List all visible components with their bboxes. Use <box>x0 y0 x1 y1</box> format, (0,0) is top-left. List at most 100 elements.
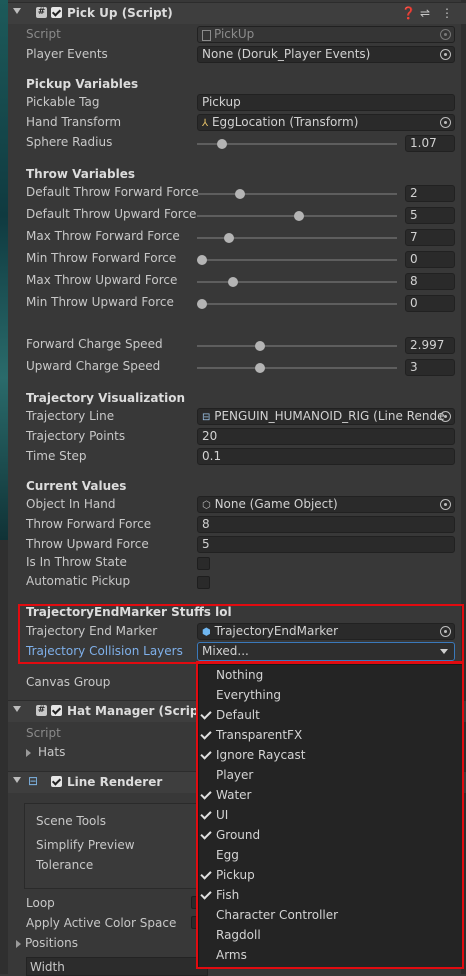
min-throw-upward-input[interactable]: 0 <box>405 295 455 312</box>
pickable-tag-label: Pickable Tag <box>26 95 100 109</box>
pickable-tag-input[interactable]: Pickup <box>197 94 455 111</box>
forward-charge-slider[interactable] <box>197 341 397 351</box>
object-picker-icon[interactable] <box>440 626 451 637</box>
slider-knob[interactable] <box>235 189 245 199</box>
enabled-checkbox[interactable] <box>51 776 62 787</box>
slider-knob[interactable] <box>197 255 207 265</box>
script-file-icon <box>202 30 211 41</box>
upward-charge-input[interactable]: 3 <box>405 359 455 376</box>
trajectory-collision-value: Mixed... <box>202 644 249 658</box>
pickup-component-header[interactable]: # Pick Up (Script) ❓ ⇌ ⋮ <box>8 2 466 24</box>
script-icon: # <box>36 7 47 18</box>
apply-color-space-label: Apply Active Color Space <box>26 916 177 930</box>
default-throw-forward-slider[interactable] <box>197 189 397 199</box>
default-throw-upward-input[interactable]: 5 <box>405 207 455 224</box>
help-icon[interactable]: ❓ <box>401 6 416 20</box>
default-throw-forward-input[interactable]: 2 <box>405 185 455 202</box>
foldout-arrow-icon[interactable] <box>16 940 21 948</box>
line-renderer-icon: ⊟ <box>202 412 211 423</box>
enabled-checkbox[interactable] <box>51 7 62 18</box>
fold-arrow-icon[interactable] <box>13 8 21 14</box>
object-picker-icon[interactable] <box>440 411 451 422</box>
line-renderer-icon: ⊟ <box>28 774 39 788</box>
min-throw-forward-slider[interactable] <box>197 255 397 265</box>
min-throw-forward-label: Min Throw Forward Force <box>26 251 177 265</box>
enabled-checkbox[interactable] <box>51 705 62 716</box>
trajectory-points-input[interactable]: 20 <box>197 428 455 445</box>
automatic-pickup-label: Automatic Pickup <box>26 574 131 588</box>
min-throw-forward-input[interactable]: 0 <box>405 251 455 268</box>
hand-transform-field[interactable]: ⅄ EggLocation (Transform) <box>197 114 455 131</box>
foldout-arrow-icon[interactable] <box>26 749 31 757</box>
trajectory-collision-dropdown[interactable]: Mixed... <box>197 642 455 661</box>
object-picker-icon[interactable] <box>440 49 451 60</box>
component-title: Hat Manager (Script) <box>67 704 210 718</box>
slider-knob[interactable] <box>255 341 265 351</box>
slider-knob[interactable] <box>294 211 304 221</box>
more-icon[interactable]: ⋮ <box>441 6 453 20</box>
time-step-input[interactable]: 0.1 <box>197 448 455 465</box>
is-in-throw-state-label: Is In Throw State <box>26 555 127 569</box>
chevron-down-icon <box>440 649 448 654</box>
object-in-hand-field[interactable]: ⬡ None (Game Object) <box>197 496 455 513</box>
max-throw-upward-label: Max Throw Upward Force <box>26 273 178 287</box>
simplify-preview-label: Simplify Preview <box>36 838 135 852</box>
is-in-throw-state-checkbox[interactable] <box>197 557 210 570</box>
positions-label[interactable]: Positions <box>25 936 78 950</box>
object-picker-icon <box>440 29 451 40</box>
trajectory-points-label: Trajectory Points <box>26 429 126 443</box>
slider-knob[interactable] <box>228 277 238 287</box>
throw-forward-force-input[interactable]: 8 <box>197 516 455 533</box>
max-throw-forward-slider[interactable] <box>197 233 397 243</box>
highlight-box-menu <box>196 661 464 969</box>
script-icon: # <box>36 705 47 716</box>
player-events-field[interactable]: None (Doruk_Player Events) <box>197 46 455 63</box>
scene-view-strip <box>0 0 8 540</box>
canvas-group-label: Canvas Group <box>26 675 111 689</box>
presets-icon[interactable]: ⇌ <box>420 6 430 20</box>
default-throw-upward-label: Default Throw Upward Force <box>26 207 197 221</box>
slider-knob[interactable] <box>197 299 207 309</box>
object-picker-icon[interactable] <box>440 117 451 128</box>
pickup-variables-header: Pickup Variables <box>26 77 139 91</box>
sphere-radius-input[interactable]: 1.07 <box>405 135 455 152</box>
throw-upward-force-label: Throw Upward Force <box>26 537 149 551</box>
hand-transform-label: Hand Transform <box>26 115 122 129</box>
trajectory-line-field[interactable]: ⊟ PENGUIN_HUMANOID_RIG (Line Rende <box>197 408 455 425</box>
object-picker-icon[interactable] <box>440 499 451 510</box>
trajectory-end-marker-field[interactable]: ⬢ TrajectoryEndMarker <box>197 623 455 640</box>
script-field: PickUp <box>197 26 455 43</box>
automatic-pickup-checkbox[interactable] <box>197 576 210 589</box>
current-values-header: Current Values <box>26 479 127 493</box>
max-throw-upward-slider[interactable] <box>197 277 397 287</box>
upward-charge-label: Upward Charge Speed <box>26 359 161 373</box>
sphere-radius-slider[interactable] <box>197 139 397 149</box>
trajectory-line-value: PENGUIN_HUMANOID_RIG (Line Rende <box>214 409 445 423</box>
component-title: Pick Up (Script) <box>67 6 173 20</box>
min-throw-upward-slider[interactable] <box>197 299 397 309</box>
fold-arrow-icon[interactable] <box>13 706 21 712</box>
min-throw-upward-label: Min Throw Upward Force <box>26 295 174 309</box>
default-throw-upward-slider[interactable] <box>197 211 397 221</box>
forward-charge-label: Forward Charge Speed <box>26 337 163 351</box>
upward-charge-slider[interactable] <box>197 363 397 373</box>
slider-knob[interactable] <box>255 363 265 373</box>
max-throw-upward-input[interactable]: 8 <box>405 273 455 290</box>
forward-charge-input[interactable]: 2.997 <box>405 337 455 354</box>
slider-knob[interactable] <box>217 139 227 149</box>
trajectory-collision-label: Trajectory Collision Layers <box>26 644 183 658</box>
slider-knob[interactable] <box>224 233 234 243</box>
trajectory-line-label: Trajectory Line <box>26 409 115 423</box>
object-in-hand-label: Object In Hand <box>26 497 116 511</box>
max-throw-forward-input[interactable]: 7 <box>405 229 455 246</box>
loop-label: Loop <box>26 896 55 910</box>
tolerance-label: Tolerance <box>36 858 94 872</box>
hats-label[interactable]: Hats <box>38 745 65 759</box>
throw-upward-force-input[interactable]: 5 <box>197 536 455 553</box>
end-marker-header: TrajectoryEndMarker Stuffs lol <box>26 605 232 619</box>
hand-transform-value: EggLocation (Transform) <box>211 115 359 129</box>
script-label: Script <box>26 27 61 41</box>
trajectory-end-marker-label: Trajectory End Marker <box>26 624 158 638</box>
fold-arrow-icon[interactable] <box>13 777 21 783</box>
scene-view-strip-lower <box>0 540 8 974</box>
